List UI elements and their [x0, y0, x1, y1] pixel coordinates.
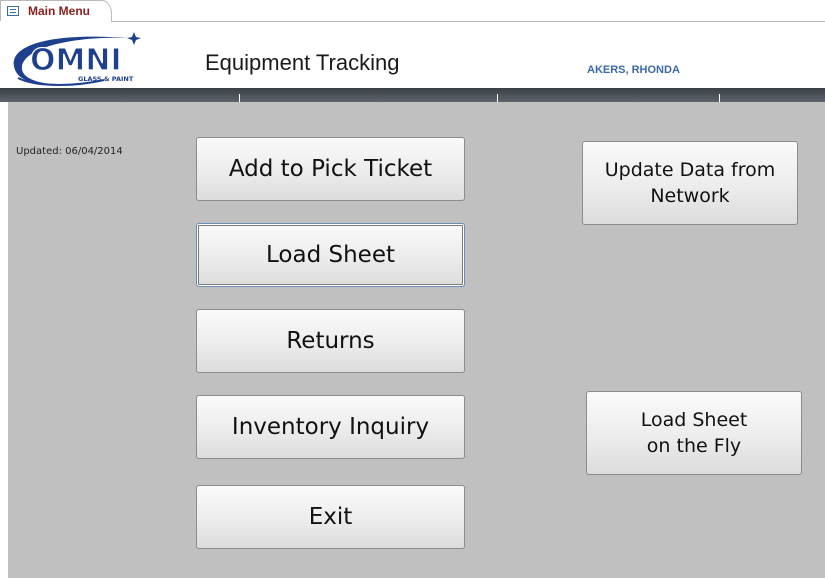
- bar-tick: [239, 94, 240, 102]
- form-title: Equipment Tracking: [205, 50, 400, 75]
- omni-logo: OMNI GLASS & PAINT: [8, 26, 148, 94]
- document-tab-strip: Main Menu: [0, 0, 825, 22]
- main-menu-tab[interactable]: Main Menu: [0, 0, 112, 21]
- main-menu-tab-label: Main Menu: [28, 4, 90, 18]
- bar-tick: [497, 94, 498, 102]
- load-sheet-on-the-fly-button[interactable]: Load Sheet on the Fly: [586, 391, 802, 475]
- exit-label: Exit: [308, 504, 353, 530]
- returns-button[interactable]: Returns: [196, 309, 465, 373]
- add-to-pick-ticket-label: Add to Pick Ticket: [228, 156, 433, 182]
- bar-tick: [719, 94, 720, 102]
- load-sheet-button[interactable]: Load Sheet: [196, 223, 465, 287]
- load-sheet-label: Load Sheet: [266, 242, 395, 268]
- load-sheet-fly-label: Load Sheet on the Fly: [640, 409, 748, 457]
- exit-button[interactable]: Exit: [196, 485, 465, 549]
- update-data-from-network-button[interactable]: Update Data from Network: [582, 141, 798, 225]
- inventory-inquiry-label: Inventory Inquiry: [231, 414, 430, 440]
- inventory-inquiry-button[interactable]: Inventory Inquiry: [196, 395, 465, 459]
- current-user-label: AKERS, RHONDA: [587, 64, 680, 76]
- add-to-pick-ticket-button[interactable]: Add to Pick Ticket: [196, 137, 465, 201]
- form-icon: [7, 6, 19, 16]
- returns-label: Returns: [286, 328, 375, 354]
- updated-date-label: Updated: 06/04/2014: [16, 146, 123, 157]
- form-header: OMNI GLASS & PAINT Equipment Tracking: [0, 22, 825, 88]
- update-data-label: Update Data from Network: [604, 159, 776, 207]
- logo-omni-text: OMNI: [30, 43, 122, 78]
- header-divider-bar: [0, 88, 825, 102]
- logo-subtext: GLASS & PAINT: [78, 75, 134, 83]
